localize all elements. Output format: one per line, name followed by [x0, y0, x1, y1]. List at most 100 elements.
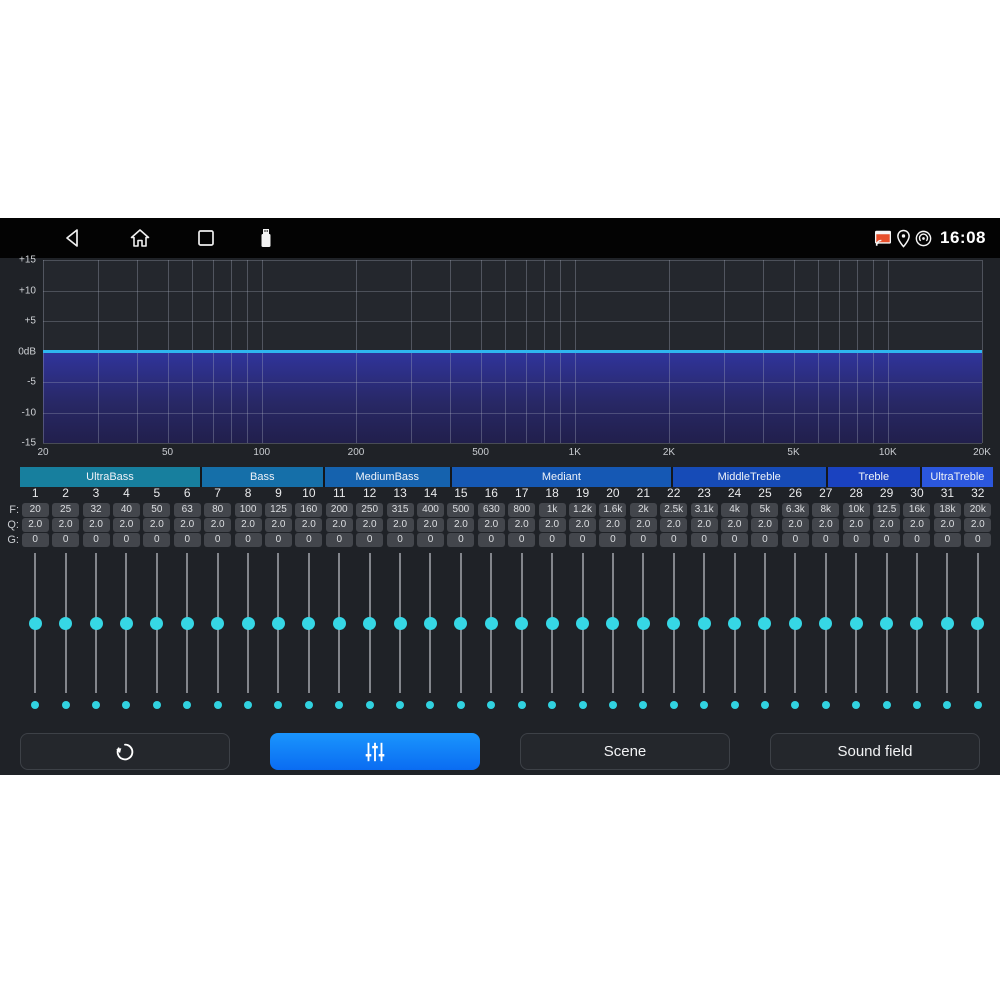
- slider-knob[interactable]: [515, 617, 528, 630]
- band-gain-value[interactable]: 0: [660, 533, 687, 547]
- band-frequency-value[interactable]: 18k: [934, 503, 961, 517]
- slider-knob[interactable]: [941, 617, 954, 630]
- band-frequency-value[interactable]: 125: [265, 503, 292, 517]
- band-gain-value[interactable]: 0: [478, 533, 505, 547]
- band-frequency-value[interactable]: 6.3k: [782, 503, 809, 517]
- band-gain-value[interactable]: 0: [174, 533, 201, 547]
- slider-knob[interactable]: [576, 617, 589, 630]
- band-gain-slider[interactable]: [689, 553, 719, 693]
- band-gain-slider[interactable]: [20, 553, 50, 693]
- band-gain-value[interactable]: 0: [964, 533, 991, 547]
- recents-icon[interactable]: [194, 226, 218, 250]
- band-gain-slider[interactable]: [202, 553, 232, 693]
- band-gain-slider[interactable]: [385, 553, 415, 693]
- band-q-value[interactable]: 2.0: [447, 518, 474, 532]
- band-gain-slider[interactable]: [567, 553, 597, 693]
- slider-knob[interactable]: [910, 617, 923, 630]
- band-gain-slider[interactable]: [111, 553, 141, 693]
- band-frequency-value[interactable]: 25: [52, 503, 79, 517]
- band-q-value[interactable]: 2.0: [265, 518, 292, 532]
- band-q-value[interactable]: 2.0: [782, 518, 809, 532]
- slider-knob[interactable]: [150, 617, 163, 630]
- slider-knob[interactable]: [29, 617, 42, 630]
- slider-knob[interactable]: [59, 617, 72, 630]
- band-frequency-value[interactable]: 630: [478, 503, 505, 517]
- band-gain-slider[interactable]: [233, 553, 263, 693]
- slider-knob[interactable]: [880, 617, 893, 630]
- slider-knob[interactable]: [728, 617, 741, 630]
- band-q-value[interactable]: 2.0: [174, 518, 201, 532]
- slider-knob[interactable]: [394, 617, 407, 630]
- band-frequency-value[interactable]: 10k: [843, 503, 870, 517]
- band-q-value[interactable]: 2.0: [843, 518, 870, 532]
- band-gain-value[interactable]: 0: [83, 533, 110, 547]
- band-gain-value[interactable]: 0: [721, 533, 748, 547]
- band-q-value[interactable]: 2.0: [660, 518, 687, 532]
- band-gain-value[interactable]: 0: [113, 533, 140, 547]
- slider-knob[interactable]: [637, 617, 650, 630]
- reset-button[interactable]: [20, 733, 230, 770]
- slider-knob[interactable]: [454, 617, 467, 630]
- slider-knob[interactable]: [363, 617, 376, 630]
- band-gain-slider[interactable]: [142, 553, 172, 693]
- slider-knob[interactable]: [758, 617, 771, 630]
- band-gain-slider[interactable]: [263, 553, 293, 693]
- band-frequency-value[interactable]: 16k: [903, 503, 930, 517]
- band-q-value[interactable]: 2.0: [569, 518, 596, 532]
- band-frequency-value[interactable]: 63: [174, 503, 201, 517]
- band-frequency-value[interactable]: 8k: [812, 503, 839, 517]
- slider-knob[interactable]: [546, 617, 559, 630]
- band-frequency-value[interactable]: 1.2k: [569, 503, 596, 517]
- band-frequency-value[interactable]: 3.1k: [691, 503, 718, 517]
- band-frequency-value[interactable]: 50: [143, 503, 170, 517]
- band-q-value[interactable]: 2.0: [113, 518, 140, 532]
- band-group-ultrabass[interactable]: UltraBass: [20, 467, 202, 487]
- band-gain-value[interactable]: 0: [52, 533, 79, 547]
- band-gain-slider[interactable]: [628, 553, 658, 693]
- slider-knob[interactable]: [90, 617, 103, 630]
- band-gain-value[interactable]: 0: [235, 533, 262, 547]
- band-gain-value[interactable]: 0: [417, 533, 444, 547]
- slider-knob[interactable]: [485, 617, 498, 630]
- slider-knob[interactable]: [302, 617, 315, 630]
- band-gain-value[interactable]: 0: [326, 533, 353, 547]
- band-frequency-value[interactable]: 160: [295, 503, 322, 517]
- band-gain-value[interactable]: 0: [934, 533, 961, 547]
- band-gain-value[interactable]: 0: [447, 533, 474, 547]
- slider-knob[interactable]: [850, 617, 863, 630]
- band-frequency-value[interactable]: 1k: [539, 503, 566, 517]
- band-q-value[interactable]: 2.0: [873, 518, 900, 532]
- band-q-value[interactable]: 2.0: [751, 518, 778, 532]
- band-gain-slider[interactable]: [841, 553, 871, 693]
- band-gain-slider[interactable]: [750, 553, 780, 693]
- band-q-value[interactable]: 2.0: [599, 518, 626, 532]
- band-frequency-value[interactable]: 12.5: [873, 503, 900, 517]
- band-group-bass[interactable]: Bass: [202, 467, 325, 487]
- band-gain-slider[interactable]: [871, 553, 901, 693]
- band-q-value[interactable]: 2.0: [934, 518, 961, 532]
- band-frequency-value[interactable]: 32: [83, 503, 110, 517]
- band-frequency-value[interactable]: 2k: [630, 503, 657, 517]
- scene-button[interactable]: Scene: [520, 733, 730, 770]
- band-q-value[interactable]: 2.0: [812, 518, 839, 532]
- band-group-treble[interactable]: Treble: [828, 467, 922, 487]
- band-gain-value[interactable]: 0: [295, 533, 322, 547]
- band-gain-slider[interactable]: [50, 553, 80, 693]
- band-gain-value[interactable]: 0: [873, 533, 900, 547]
- band-gain-value[interactable]: 0: [599, 533, 626, 547]
- band-gain-slider[interactable]: [719, 553, 749, 693]
- band-gain-slider[interactable]: [780, 553, 810, 693]
- slider-knob[interactable]: [181, 617, 194, 630]
- band-frequency-value[interactable]: 2.5k: [660, 503, 687, 517]
- band-gain-slider[interactable]: [324, 553, 354, 693]
- band-frequency-value[interactable]: 800: [508, 503, 535, 517]
- back-icon[interactable]: [61, 226, 85, 250]
- band-q-value[interactable]: 2.0: [539, 518, 566, 532]
- band-gain-value[interactable]: 0: [630, 533, 657, 547]
- slider-knob[interactable]: [819, 617, 832, 630]
- band-frequency-value[interactable]: 40: [113, 503, 140, 517]
- band-gain-value[interactable]: 0: [204, 533, 231, 547]
- band-q-value[interactable]: 2.0: [83, 518, 110, 532]
- band-q-value[interactable]: 2.0: [417, 518, 444, 532]
- band-gain-slider[interactable]: [354, 553, 384, 693]
